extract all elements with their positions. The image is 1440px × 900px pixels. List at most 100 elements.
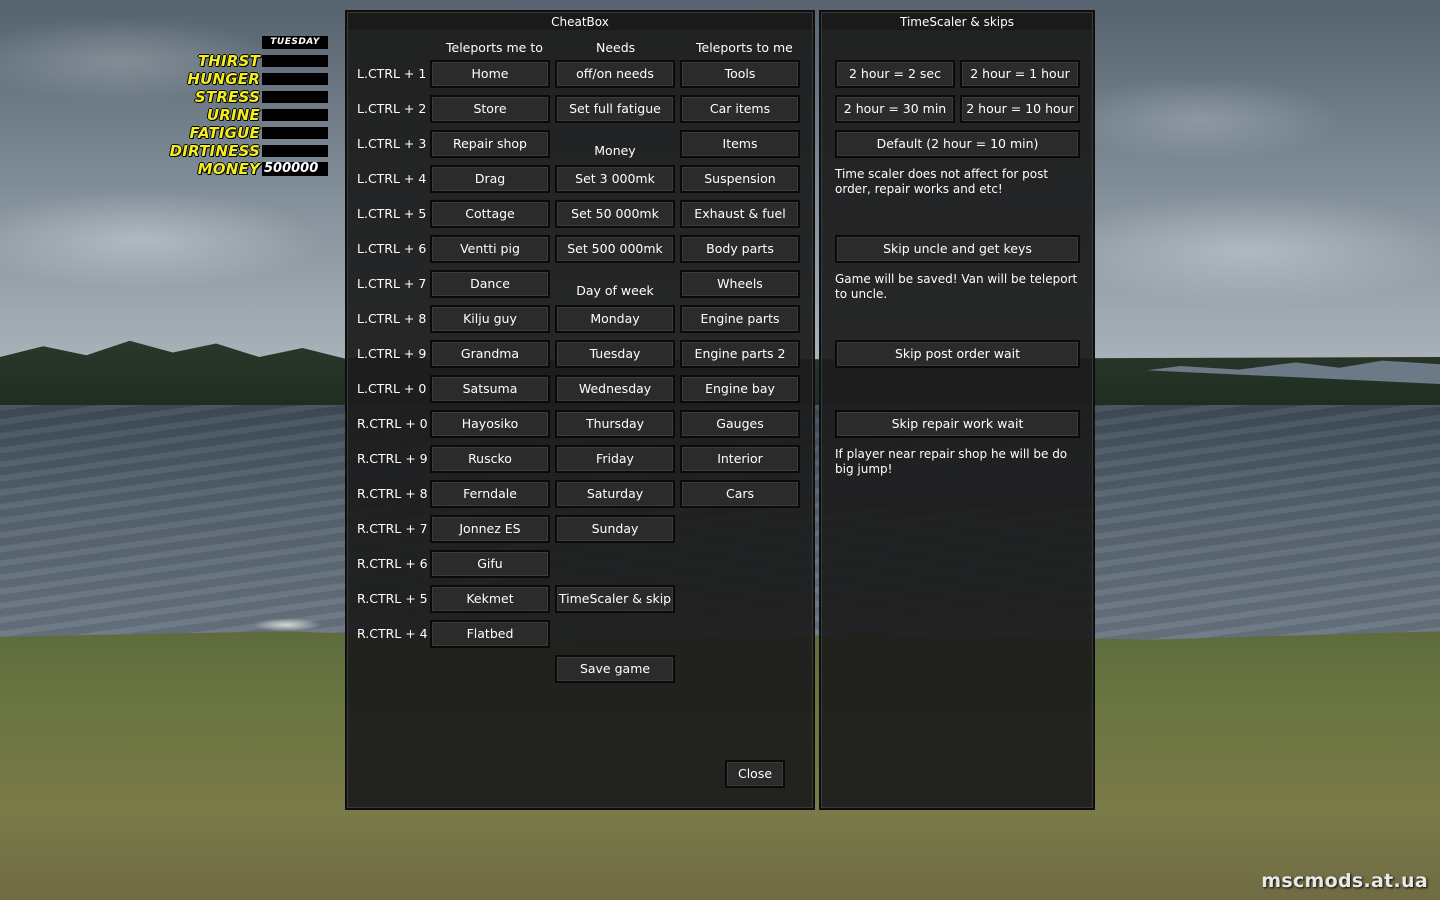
day-button[interactable]: Monday [555, 305, 675, 333]
hotkey-label: L.CTRL + 4 [357, 171, 427, 186]
teleport-me-to-button[interactable]: Cottage [430, 200, 550, 228]
stat-bar [262, 127, 328, 139]
teleport-to-me-button[interactable]: Car items [680, 95, 800, 123]
teleport-to-me-button[interactable]: Tools [680, 60, 800, 88]
skip-uncle-button[interactable]: Skip uncle and get keys [835, 235, 1080, 263]
stat-label: THIRST [197, 52, 260, 70]
day-button[interactable]: Wednesday [555, 375, 675, 403]
hotkey-label: R.CTRL + 8 [357, 486, 428, 501]
hotkey-label: L.CTRL + 0 [357, 381, 427, 396]
teleport-me-to-button[interactable]: Hayosiko [430, 410, 550, 438]
set-money-50000-button[interactable]: Set 50 000mk [555, 200, 675, 228]
hotkey-label: R.CTRL + 9 [357, 451, 428, 466]
panel-title: TimeScaler & skips [900, 15, 1014, 29]
day-button[interactable]: Sunday [555, 515, 675, 543]
teleport-me-to-button[interactable]: Jonnez ES [430, 515, 550, 543]
stat-urine: URINE [160, 107, 332, 123]
stat-label: FATIGUE [189, 124, 260, 142]
day-button[interactable]: Tuesday [555, 340, 675, 368]
stat-label: STRESS [194, 88, 260, 106]
teleport-to-me-button[interactable]: Body parts [680, 235, 800, 263]
teleport-to-me-button[interactable]: Wheels [680, 270, 800, 298]
header-teleport-me-to: Teleports me to [446, 40, 543, 55]
teleport-me-to-button[interactable]: Store [430, 95, 550, 123]
hotkey-label: L.CTRL + 5 [357, 206, 427, 221]
hotkey-label: R.CTRL + 0 [357, 416, 428, 431]
header-needs: Needs [596, 40, 636, 55]
hotkey-label: L.CTRL + 2 [357, 101, 427, 116]
timescaler-button[interactable]: TimeScaler & skip [555, 585, 675, 613]
stat-label: DIRTINESS [169, 142, 260, 160]
stat-stress: STRESS [160, 89, 332, 105]
day-button[interactable]: Friday [555, 445, 675, 473]
stat-bar [262, 91, 328, 103]
hotkey-label: L.CTRL + 9 [357, 346, 427, 361]
money-label: MONEY [197, 160, 260, 178]
teleport-to-me-button[interactable]: Engine parts [680, 305, 800, 333]
uncle-note: Game will be saved! Van will be teleport… [835, 272, 1078, 301]
stat-money: MONEY 500000 [160, 161, 332, 177]
hotkey-label: R.CTRL + 5 [357, 591, 428, 606]
teleport-me-to-button[interactable]: Home [430, 60, 550, 88]
set-money-500000-button[interactable]: Set 500 000mk [555, 235, 675, 263]
teleport-me-to-button[interactable]: Ferndale [430, 480, 550, 508]
day-button[interactable]: Saturday [555, 480, 675, 508]
day-indicator: TUESDAY [262, 36, 328, 49]
watermark: mscmods.at.ua [1261, 870, 1428, 892]
hotkey-label: R.CTRL + 6 [357, 556, 428, 571]
cheatbox-panel: CheatBox Teleports me to Needs Teleports… [345, 10, 815, 810]
scale-2h-30min-button[interactable]: 2 hour = 30 min [835, 95, 955, 123]
teleport-to-me-button[interactable]: Gauges [680, 410, 800, 438]
teleport-me-to-button[interactable]: Drag [430, 165, 550, 193]
teleport-me-to-button[interactable]: Ruscko [430, 445, 550, 473]
day-of-week-label: Day of week [576, 283, 654, 298]
money-value: 500000 [262, 162, 328, 176]
teleport-me-to-button[interactable]: Repair shop [430, 130, 550, 158]
teleport-to-me-button[interactable]: Cars [680, 480, 800, 508]
scale-2h-1hour-button[interactable]: 2 hour = 1 hour [960, 60, 1080, 88]
teleport-me-to-button[interactable]: Ventti pig [430, 235, 550, 263]
toggle-needs-button[interactable]: off/on needs [555, 60, 675, 88]
full-fatigue-button[interactable]: Set full fatigue [555, 95, 675, 123]
scale-2h-2sec-button[interactable]: 2 hour = 2 sec [835, 60, 955, 88]
teleport-me-to-button[interactable]: Gifu [430, 550, 550, 578]
money-section-label: Money [594, 143, 636, 158]
day-button[interactable]: Thursday [555, 410, 675, 438]
teleport-me-to-button[interactable]: Grandma [430, 340, 550, 368]
timescaler-panel: TimeScaler & skips 2 hour = 2 sec 2 hour… [819, 10, 1095, 810]
stat-thirst: THIRST [160, 53, 332, 69]
teleport-to-me-button[interactable]: Engine bay [680, 375, 800, 403]
stat-bar [262, 109, 328, 121]
stat-bar [262, 145, 328, 157]
hotkey-label: L.CTRL + 3 [357, 136, 427, 151]
hotkey-label: R.CTRL + 7 [357, 521, 428, 536]
hotkey-label: L.CTRL + 8 [357, 311, 427, 326]
teleport-to-me-button[interactable]: Interior [680, 445, 800, 473]
teleport-to-me-button[interactable]: Suspension [680, 165, 800, 193]
save-game-button[interactable]: Save game [555, 655, 675, 683]
teleport-me-to-button[interactable]: Kekmet [430, 585, 550, 613]
teleport-me-to-button[interactable]: Flatbed [430, 620, 550, 648]
stat-bar [262, 55, 328, 67]
teleport-to-me-button[interactable]: Exhaust & fuel [680, 200, 800, 228]
stat-bar [262, 73, 328, 85]
repair-note: If player near repair shop he will be do… [835, 447, 1068, 476]
scale-2h-10hour-button[interactable]: 2 hour = 10 hour [960, 95, 1080, 123]
hotkey-label: L.CTRL + 7 [357, 276, 427, 291]
set-money-3000-button[interactable]: Set 3 000mk [555, 165, 675, 193]
default-scale-button[interactable]: Default (2 hour = 10 min) [835, 130, 1080, 158]
scale-note: Time scaler does not affect for post ord… [835, 167, 1049, 196]
teleport-to-me-button[interactable]: Items [680, 130, 800, 158]
teleport-me-to-button[interactable]: Dance [430, 270, 550, 298]
hotkey-label: L.CTRL + 1 [357, 66, 427, 81]
teleport-me-to-button[interactable]: Kilju guy [430, 305, 550, 333]
header-teleport-to-me: Teleports to me [696, 40, 793, 55]
close-button[interactable]: Close [725, 760, 785, 788]
shore-foam [252, 618, 322, 632]
teleport-to-me-button[interactable]: Engine parts 2 [680, 340, 800, 368]
hotkey-label: L.CTRL + 6 [357, 241, 427, 256]
skip-post-order-button[interactable]: Skip post order wait [835, 340, 1080, 368]
hotkey-label: R.CTRL + 4 [357, 626, 428, 641]
teleport-me-to-button[interactable]: Satsuma [430, 375, 550, 403]
skip-repair-work-button[interactable]: Skip repair work wait [835, 410, 1080, 438]
